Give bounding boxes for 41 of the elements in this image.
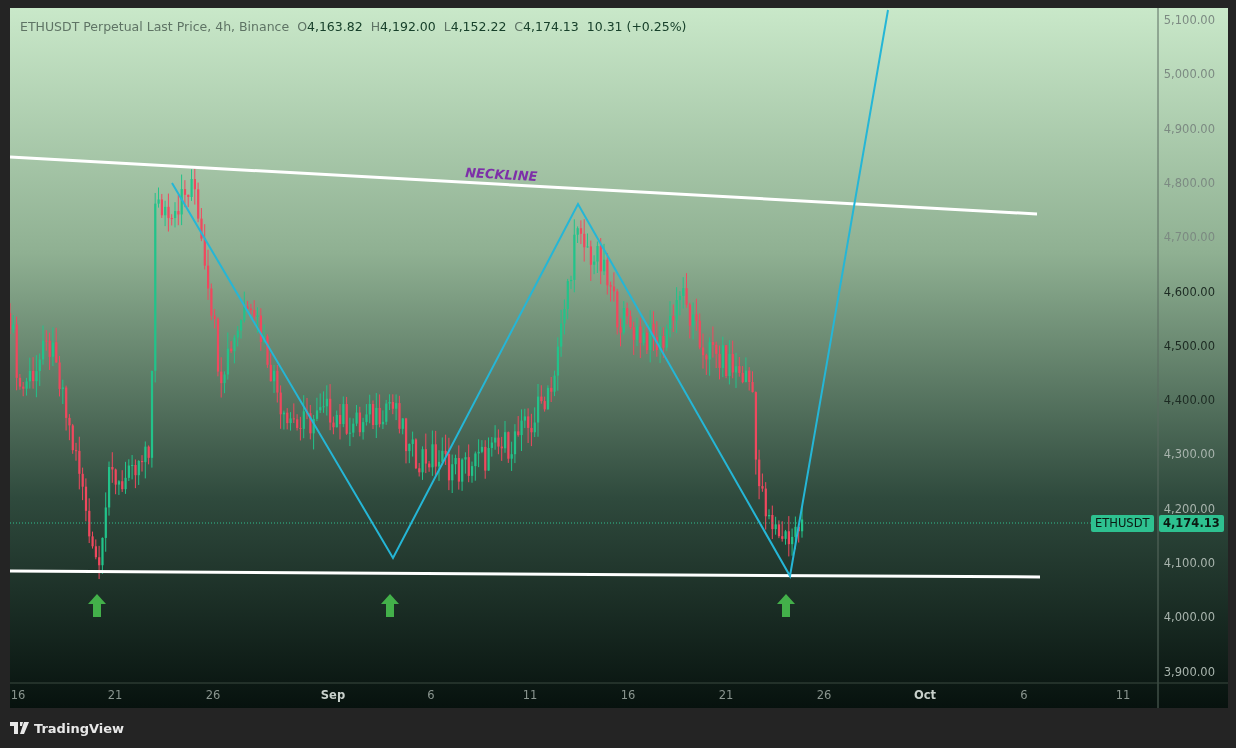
price-axis-label: 4,100.00 bbox=[1163, 556, 1215, 570]
price-axis-label: 4,900.00 bbox=[1163, 121, 1215, 136]
time-axis-label: 6 bbox=[1020, 688, 1028, 702]
price-axis-label: 4,300.00 bbox=[1163, 447, 1215, 462]
ohlc-value: 4,163.82 bbox=[306, 19, 363, 34]
time-axis-label: Sep bbox=[320, 688, 346, 702]
price-change: 10.31 (+0.25%) bbox=[586, 19, 687, 34]
ohlc-label: H bbox=[370, 19, 381, 34]
ohlc-label: O bbox=[297, 19, 307, 34]
price-axis-label: 5,100.00 bbox=[1163, 13, 1215, 27]
time-axis-label: 21 bbox=[718, 688, 734, 702]
up-arrow-icon bbox=[777, 594, 795, 617]
price-axis-label: 5,000.00 bbox=[1163, 67, 1215, 82]
ohlc-value: 4,174.13 bbox=[523, 19, 579, 34]
time-axis-label: 26 bbox=[816, 688, 832, 702]
up-arrow-icon bbox=[381, 594, 399, 617]
price-axis-label: 4,000.00 bbox=[1163, 610, 1215, 625]
price-axis-label: 4,600.00 bbox=[1163, 284, 1215, 299]
symbol-tag: ETHUSDT bbox=[1091, 515, 1154, 532]
ohlc-label: C bbox=[514, 19, 524, 34]
up-arrow-icon bbox=[88, 594, 106, 617]
time-axis-label: 6 bbox=[427, 688, 435, 702]
time-axis-label: Oct bbox=[913, 688, 937, 702]
time-axis-label: 21 bbox=[107, 688, 123, 702]
time-axis-label: 11 bbox=[1115, 688, 1131, 702]
ohlc-label: L bbox=[443, 19, 451, 34]
symbol-title: ETHUSDT Perpetual Last Price, 4h, Binance bbox=[20, 19, 290, 34]
price-tag: 4,174.13 bbox=[1159, 515, 1224, 532]
price-axis-label: 4,500.00 bbox=[1163, 338, 1215, 353]
time-axis-label: 26 bbox=[205, 688, 221, 702]
logo-icon bbox=[10, 722, 30, 734]
brand-name: TradingView bbox=[34, 720, 125, 736]
price-axis-label: 3,900.00 bbox=[1163, 664, 1215, 679]
price-axis-label: 4,400.00 bbox=[1163, 393, 1215, 408]
time-axis-label: 16 bbox=[620, 688, 636, 702]
annotation-label: NECKLINE bbox=[464, 165, 538, 185]
time-axis-label: 11 bbox=[522, 688, 538, 702]
time-axis-label: 16 bbox=[10, 688, 26, 702]
price-axis-label: 4,200.00 bbox=[1163, 501, 1215, 516]
ohlc-value: 4,152.22 bbox=[450, 19, 507, 34]
ohlc-value: 4,192.00 bbox=[380, 19, 436, 34]
